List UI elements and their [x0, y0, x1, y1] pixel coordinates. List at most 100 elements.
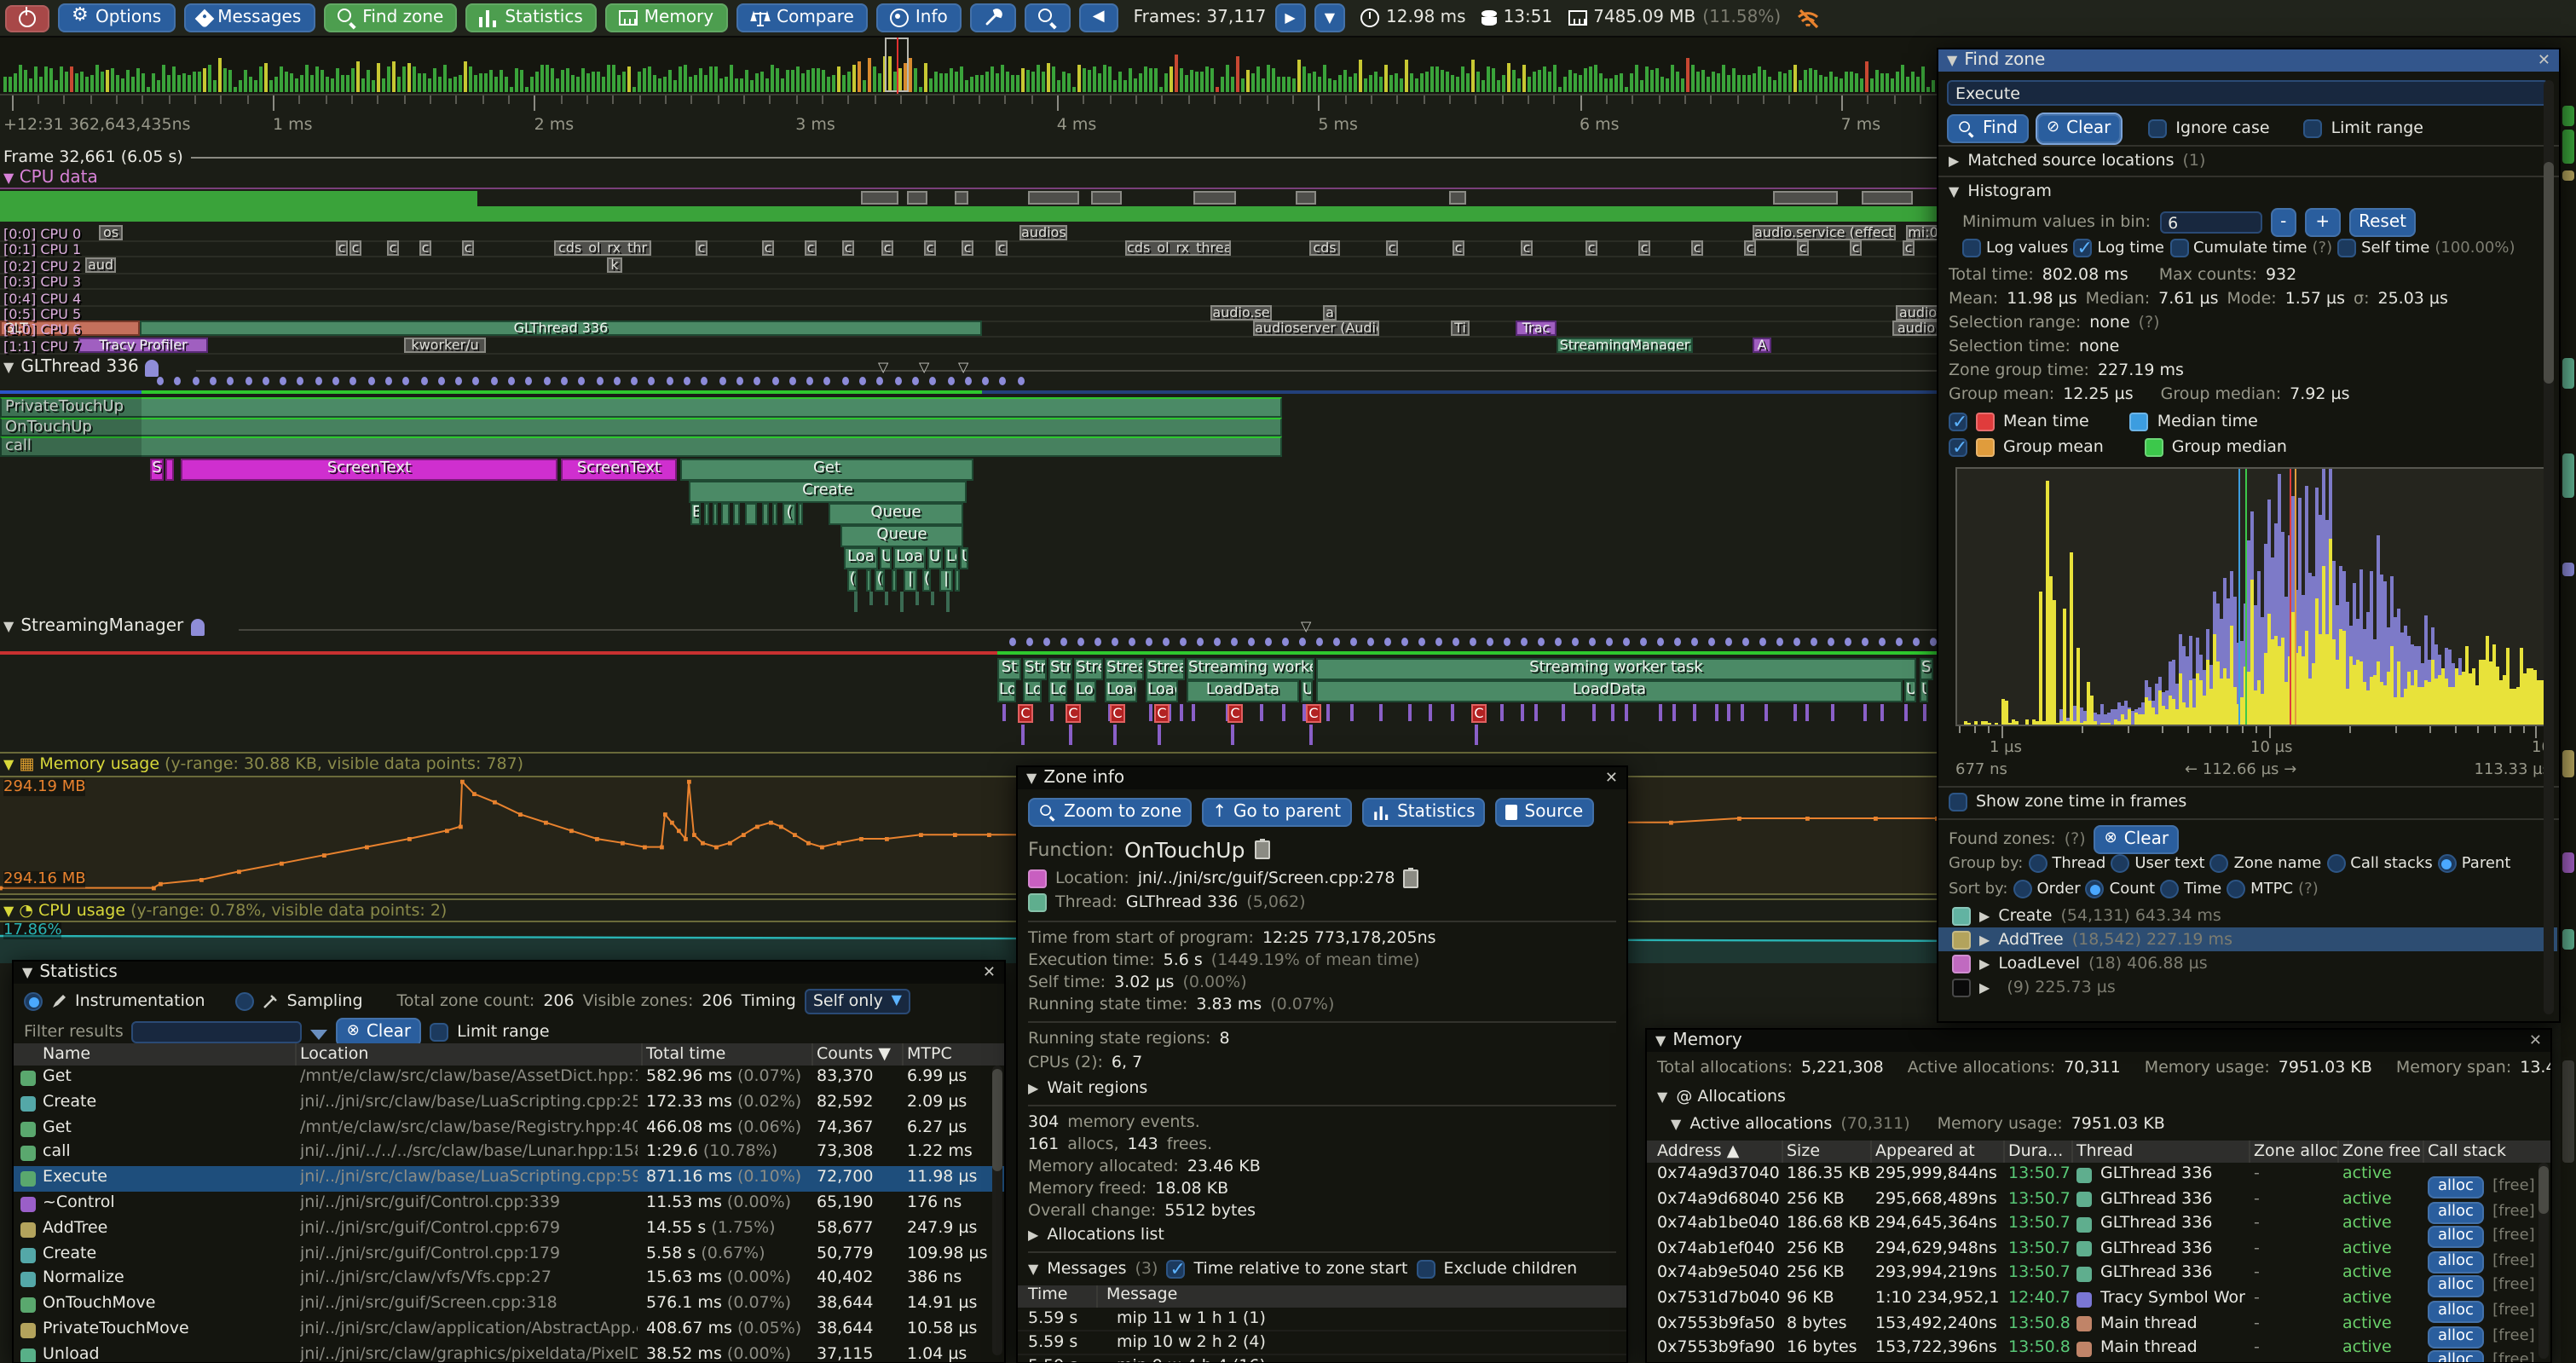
timeline-zone[interactable]: kworker/u: [404, 338, 486, 353]
close-icon[interactable]: ✕: [2529, 1032, 2542, 1049]
timeline-zone[interactable]: LoU: [1023, 680, 1042, 702]
timeline-zone[interactable]: [798, 503, 803, 525]
timeline-zone[interactable]: c: [419, 241, 431, 257]
sort-by-time[interactable]: [2160, 880, 2179, 898]
timeline-zone[interactable]: (: [783, 503, 796, 525]
found-zone-row[interactable]: ▶LoadLevel(18) 406.88 µs: [1938, 951, 2557, 975]
timeline-zone[interactable]: audio.service (effect): [1753, 225, 1896, 240]
mean-median-checkbox[interactable]: [1949, 413, 1967, 431]
play-button[interactable]: ▶: [1274, 3, 1305, 32]
timeline-zone[interactable]: c: [996, 241, 1008, 257]
timeline-zone[interactable]: [955, 569, 960, 592]
timeline-zone[interactable]: LoadData: [1187, 680, 1299, 702]
timeline-zone[interactable]: Str: [1048, 658, 1072, 680]
copy-icon[interactable]: [1255, 840, 1270, 859]
timeline-zone[interactable]: audios: [1019, 225, 1067, 240]
timeline-zone[interactable]: call: [0, 436, 1282, 456]
allocation-row[interactable]: 0x74a9d68040256 KB295,668,489ns13:50.7GL…: [1647, 1187, 2552, 1212]
error-zone[interactable]: C: [1018, 704, 1033, 723]
find-zone-histogram[interactable]: [1955, 467, 2554, 726]
memory-plot[interactable]: [0, 776, 2020, 895]
timeline-zone[interactable]: (: [922, 569, 931, 592]
self-time-checkbox[interactable]: [2337, 239, 2356, 257]
cumulate-time-checkbox[interactable]: [2169, 239, 2188, 257]
timeline-zone[interactable]: c: [1903, 241, 1915, 257]
timeline-zone[interactable]: c: [349, 241, 361, 257]
timeline-zone[interactable]: [892, 569, 897, 592]
show-zone-time-checkbox[interactable]: [1949, 793, 1967, 811]
memory-table-body[interactable]: 0x74a9d37040186.35 KB295,999,844ns13:50.…: [1647, 1163, 2552, 1363]
error-zone[interactable]: C: [1154, 704, 1170, 723]
stats-column-header[interactable]: Name: [43, 1045, 90, 1064]
timeline-zone[interactable]: c: [1453, 241, 1464, 257]
close-icon[interactable]: ✕: [2538, 52, 2550, 69]
histogram-expander[interactable]: ▼Histogram: [1949, 182, 2052, 201]
group-by-user-text[interactable]: [2111, 854, 2129, 873]
matched-locations-expander[interactable]: ▶Matched source locations(1): [1949, 152, 2205, 170]
timeline-zone[interactable]: Tracy Profiler: [78, 338, 208, 353]
stats-row[interactable]: AddTreejni/../jni/src/guif/Control.cpp:6…: [14, 1217, 1006, 1243]
sort-by-count[interactable]: [2086, 880, 2105, 898]
allocation-row[interactable]: 0x7531d7b04096 KB1:10 234,952,16112:40.7…: [1647, 1287, 2552, 1312]
compare-button[interactable]: Compare: [736, 3, 868, 32]
log-time-checkbox[interactable]: [2073, 239, 2092, 257]
timeline-zone[interactable]: c: [924, 241, 936, 257]
error-zone[interactable]: C: [1227, 704, 1243, 723]
error-zone[interactable]: C: [1471, 704, 1487, 723]
memory-column-header[interactable]: Dura...: [2008, 1142, 2063, 1161]
timeline-zone[interactable]: c: [1638, 241, 1650, 257]
stats-column-header[interactable]: MTPC: [907, 1045, 952, 1064]
group-by-call-stacks[interactable]: [2326, 854, 2345, 873]
stats-row[interactable]: Createjni/../jni/src/claw/base/LuaScript…: [14, 1091, 1006, 1117]
timeline-zone[interactable]: cds_ol_rx_thr: [554, 241, 651, 257]
stats-row[interactable]: Get/mnt/e/claw/src/claw/base/Registry.hp…: [14, 1116, 1006, 1141]
timeline-zone[interactable]: Streaming: [1146, 658, 1185, 680]
timeline-zone[interactable]: c: [336, 241, 348, 257]
stats-table-body[interactable]: Get/mnt/e/claw/src/claw/base/AssetDict.h…: [14, 1066, 1006, 1363]
zoom-search-button[interactable]: [1025, 3, 1071, 32]
timeline-zone[interactable]: k: [607, 257, 622, 273]
message-row[interactable]: 5.59 smip 10 w 2 h 2 (4): [1018, 1331, 1626, 1355]
group-checkbox[interactable]: [1949, 438, 1967, 457]
timeline-zone[interactable]: c: [1691, 241, 1703, 257]
timeline-zone[interactable]: a: [1323, 305, 1337, 321]
timeline-zone[interactable]: audio: [1896, 305, 1940, 321]
memory-column-header[interactable]: Appeared at: [1875, 1142, 1975, 1161]
group-by-thread[interactable]: [2028, 854, 2047, 873]
stats-column-header[interactable]: Location: [300, 1045, 368, 1064]
cpu-usage-plot[interactable]: [0, 921, 2020, 963]
found-zone-row[interactable]: ▶AddTree(18,542) 227.19 ms: [1938, 927, 2557, 951]
timeline-zone[interactable]: [772, 503, 777, 525]
copy-icon[interactable]: [1404, 869, 1419, 888]
messages-table-body[interactable]: 5.59 smip 11 w 1 h 1 (1)5.59 smip 10 w 2…: [1018, 1308, 1626, 1363]
timeline-zone[interactable]: StreamingManager: [1557, 338, 1693, 353]
found-clear-button[interactable]: ⊗Clear: [2094, 825, 2179, 854]
ignore-case-checkbox[interactable]: [2148, 119, 2167, 138]
timeline-zone[interactable]: Queue: [829, 503, 963, 525]
timeline-zone[interactable]: os: [99, 225, 123, 240]
timeline-zone[interactable]: GLThread 336: [140, 321, 982, 337]
found-zone-row[interactable]: ▶(9) 225.73 µs: [1938, 975, 2557, 999]
stats-column-header[interactable]: Counts ▼: [817, 1045, 891, 1064]
messages-button[interactable]: Messages: [183, 3, 315, 32]
timeline-zone[interactable]: mi:0: [1906, 225, 1940, 240]
timeline-zone[interactable]: LoadData: [1316, 680, 1903, 702]
timeline-zone[interactable]: c: [696, 241, 708, 257]
timeline-zone[interactable]: [165, 459, 174, 481]
stats-row[interactable]: Get/mnt/e/claw/src/claw/base/AssetDict.h…: [14, 1066, 1006, 1091]
go-to-parent-button[interactable]: ↑Go to parent: [1202, 798, 1351, 827]
stats-row[interactable]: Createjni/../jni/src/guif/Control.cpp:17…: [14, 1242, 1006, 1268]
memory-column-header[interactable]: Call stack: [2428, 1142, 2506, 1161]
stats-row[interactable]: ~Controljni/../jni/src/guif/Control.cpp:…: [14, 1192, 1006, 1217]
timeline-zone[interactable]: ScreenText: [181, 459, 557, 481]
statistics-titlebar[interactable]: ▼Statistics ✕: [14, 962, 1004, 984]
sort-by-order[interactable]: [2013, 880, 2031, 898]
timeline-zone[interactable]: Streaming worker task: [1316, 658, 1916, 680]
tools-button[interactable]: [970, 3, 1016, 32]
message-row[interactable]: 5.59 smip 11 w 1 h 1 (1): [1018, 1308, 1626, 1331]
power-button[interactable]: [5, 4, 49, 32]
filter-input[interactable]: [132, 1021, 303, 1043]
message-marker[interactable]: ▽: [878, 360, 888, 375]
memory-plot-header[interactable]: ▼ ▦ Memory usage (y-range: 30.88 KB, vis…: [3, 755, 523, 774]
timeline-zone[interactable]: PrivateTouchUp: [0, 397, 1282, 417]
